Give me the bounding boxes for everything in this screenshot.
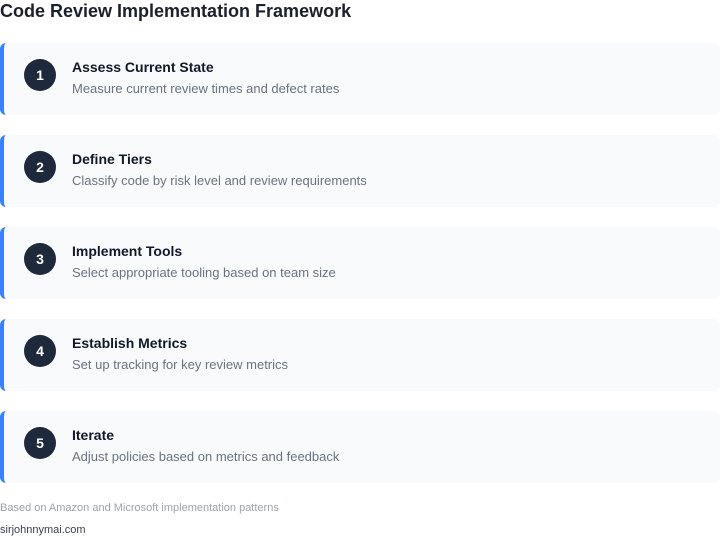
site-credit: sirjohnnymai.com — [0, 524, 86, 536]
step-title: Establish Metrics — [72, 335, 188, 351]
step-number-badge: 5 — [24, 427, 56, 459]
step-title: Assess Current State — [72, 59, 214, 75]
step-card: 5 Iterate Adjust policies based on metri… — [0, 411, 720, 483]
step-description: Measure current review times and defect … — [72, 81, 340, 96]
step-description: Set up tracking for key review metrics — [72, 357, 289, 372]
step-title: Implement Tools — [72, 243, 183, 259]
step-number-badge: 1 — [24, 59, 56, 91]
step-card: 2 Define Tiers Classify code by risk lev… — [0, 135, 720, 207]
steps-list: 1 Assess Current State Measure current r… — [0, 43, 720, 503]
step-title: Define Tiers — [72, 151, 152, 167]
step-number-badge: 3 — [24, 243, 56, 275]
step-title: Iterate — [72, 427, 115, 443]
step-card: 1 Assess Current State Measure current r… — [0, 43, 720, 115]
step-number-badge: 4 — [24, 335, 56, 367]
step-card: 4 Establish Metrics Set up tracking for … — [0, 319, 720, 391]
step-description: Adjust policies based on metrics and fee… — [72, 449, 340, 464]
page: Code Review Implementation Framework 1 A… — [0, 0, 720, 537]
step-card: 3 Implement Tools Select appropriate too… — [0, 227, 720, 299]
step-description: Classify code by risk level and review r… — [72, 173, 367, 188]
step-description: Select appropriate tooling based on team… — [72, 265, 336, 280]
source-footnote: Based on Amazon and Microsoft implementa… — [0, 502, 279, 514]
page-title: Code Review Implementation Framework — [0, 1, 352, 21]
step-number-badge: 2 — [24, 151, 56, 183]
